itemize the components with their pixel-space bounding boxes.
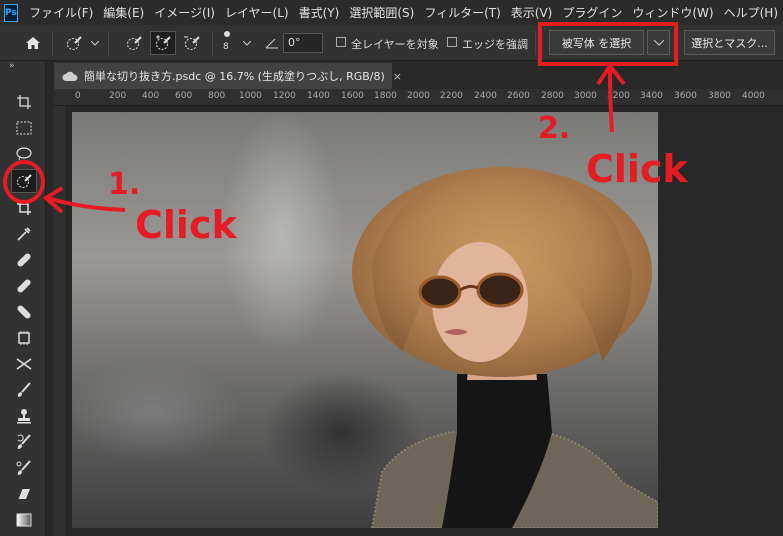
ruler-tick: 400 (142, 91, 160, 101)
cloud-document-icon (62, 71, 78, 82)
content-aware-move-icon[interactable] (13, 353, 35, 375)
horizontal-ruler: 0 200 400 600 800 1000 1200 1400 1600 18… (53, 89, 783, 106)
menu-help[interactable]: ヘルプ(H) (719, 4, 783, 21)
artboard-tool-icon[interactable] (13, 91, 35, 113)
ruler-tick: 1200 (273, 91, 296, 101)
spot-healing-tool-icon[interactable] (13, 275, 35, 297)
quick-selection-tool-icon[interactable] (11, 169, 37, 193)
brush-chevron-down-icon[interactable] (241, 35, 253, 51)
ruler-tick: 2200 (440, 91, 463, 101)
menu-plugins[interactable]: プラグイン (557, 4, 627, 21)
ruler-tick: 3400 (640, 91, 663, 101)
crop-tool-icon[interactable] (13, 197, 35, 219)
healing-brush-tool-icon[interactable] (13, 249, 35, 271)
sample-all-layers-label: 全レイヤーを対象 (351, 38, 439, 51)
angle-icon (264, 35, 280, 51)
ruler-tick: 600 (175, 91, 193, 101)
enhance-edge-label: エッジを強調 (462, 38, 528, 51)
patch-tool-icon[interactable] (13, 301, 35, 323)
menu-select[interactable]: 選択範囲(S) (344, 4, 419, 21)
menu-window[interactable]: ウィンドウ(W) (627, 4, 718, 21)
options-bar: 8 0° 全レイヤーを対象 エッジを強調 被写体 を選択 選択とマスク... (0, 25, 783, 61)
quick-selection-preset-icon[interactable] (62, 33, 86, 53)
clone-stamp-tool-icon[interactable] (13, 405, 35, 427)
marquee-tool-icon[interactable] (13, 117, 35, 139)
menu-view[interactable]: 表示(V) (506, 4, 558, 21)
ruler-tick: 3200 (607, 91, 630, 101)
lasso-tool-icon[interactable] (13, 143, 35, 165)
ruler-tick: 1800 (374, 91, 397, 101)
ruler-tick: 2000 (407, 91, 430, 101)
menu-file[interactable]: ファイル(F) (24, 4, 98, 21)
ruler-tick: 1600 (341, 91, 364, 101)
ruler-tick: 3800 (708, 91, 731, 101)
menu-bar: Ps ファイル(F) 編集(E) イメージ(I) レイヤー(L) 書式(Y) 選… (0, 0, 783, 25)
eraser-tool-icon[interactable] (13, 483, 35, 505)
ruler-tick: 0 (75, 91, 81, 101)
document-title: 簡単な切り抜き方.psdc @ 16.7% (生成塗りつぶし, RGB/8) (84, 70, 385, 83)
ruler-tick: 1400 (307, 91, 330, 101)
home-icon[interactable] (22, 33, 44, 53)
ruler-tick: 800 (208, 91, 226, 101)
menu-type[interactable]: 書式(Y) (294, 4, 345, 21)
sample-all-layers-checkbox[interactable] (336, 37, 346, 47)
subtract-from-selection-icon[interactable] (180, 33, 204, 53)
collapse-panel-icon[interactable]: » (9, 61, 15, 71)
menu-filter[interactable]: フィルター(T) (419, 4, 505, 21)
ruler-tick: 200 (109, 91, 127, 101)
ruler-tick: 2400 (474, 91, 497, 101)
menu-image[interactable]: イメージ(I) (149, 4, 220, 21)
history-brush-tool-icon[interactable] (13, 431, 35, 453)
ruler-tick: 3000 (574, 91, 597, 101)
select-subject-dropdown[interactable] (647, 30, 670, 55)
remove-tool-icon[interactable] (13, 327, 35, 349)
select-subject-button[interactable]: 被写体 を選択 (549, 30, 644, 55)
menu-layer[interactable]: レイヤー(L) (220, 4, 294, 21)
document-tab-bar: 簡単な切り抜き方.psdc @ 16.7% (生成塗りつぶし, RGB/8) × (46, 61, 783, 89)
menu-edit[interactable]: 編集(E) (98, 4, 149, 21)
close-tab-icon[interactable]: × (393, 70, 402, 83)
enhance-edge-checkbox[interactable] (447, 37, 457, 47)
select-and-mask-button[interactable]: 選択とマスク... (684, 30, 775, 55)
vertical-ruler (53, 106, 67, 536)
gradient-tool-icon[interactable] (13, 509, 35, 531)
ruler-tick: 2600 (507, 91, 530, 101)
document-tab[interactable]: 簡単な切り抜き方.psdc @ 16.7% (生成塗りつぶし, RGB/8) × (54, 63, 402, 89)
art-history-brush-icon[interactable] (13, 457, 35, 479)
tools-panel: » (0, 61, 46, 536)
canvas-image[interactable] (72, 112, 658, 528)
photoshop-logo: Ps (4, 3, 19, 22)
brush-tip-icon[interactable] (220, 28, 234, 40)
ruler-tick: 3600 (674, 91, 697, 101)
portrait-photo (352, 167, 658, 528)
angle-input[interactable]: 0° (283, 33, 323, 53)
eyedropper-tool-icon[interactable] (13, 223, 35, 245)
brush-tool-icon[interactable] (13, 379, 35, 401)
chevron-down-icon (653, 39, 664, 46)
ruler-tick: 4000 (742, 91, 765, 101)
chevron-down-icon[interactable] (89, 35, 101, 51)
new-selection-icon[interactable] (122, 33, 146, 53)
ruler-tick: 2800 (541, 91, 564, 101)
add-to-selection-icon[interactable] (150, 31, 176, 55)
ruler-tick: 1000 (239, 91, 262, 101)
brush-size-value: 8 (223, 42, 229, 52)
